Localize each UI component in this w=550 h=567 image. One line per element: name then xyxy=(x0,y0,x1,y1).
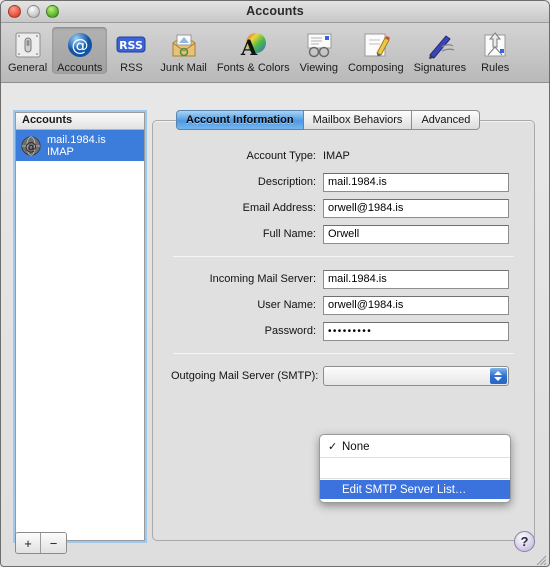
checkmark-icon: ✓ xyxy=(328,441,338,453)
menu-item-disabled xyxy=(320,459,510,477)
toolbar-label-general: General xyxy=(8,62,48,74)
remove-account-button[interactable]: − xyxy=(41,533,66,553)
toolbar-item-junk-mail[interactable]: Junk Mail xyxy=(155,27,211,74)
toolbar-label-viewing: Viewing xyxy=(299,62,338,74)
popup-arrows-icon xyxy=(490,368,507,384)
svg-text:@: @ xyxy=(71,36,88,56)
tab-account-information[interactable]: Account Information xyxy=(176,110,304,130)
bottom-bar: + − ? xyxy=(1,526,549,566)
signatures-icon xyxy=(428,35,455,59)
svg-text:RSS: RSS xyxy=(119,39,143,52)
toolbar-label-fonts-colors: Fonts & Colors xyxy=(216,62,290,74)
toolbar-label-signatures: Signatures xyxy=(413,62,467,74)
menu-separator-bottom xyxy=(320,478,510,479)
junk-mail-icon xyxy=(172,34,196,57)
row-user-name: User Name: orwell@1984.is xyxy=(171,292,516,318)
composing-icon xyxy=(364,33,390,57)
label-incoming-mail-server: Incoming Mail Server: xyxy=(209,273,316,285)
toolbar-item-signatures[interactable]: Signatures xyxy=(409,27,472,74)
menu-item-edit-smtp-server-list[interactable]: Edit SMTP Server List… xyxy=(320,480,510,499)
rss-icon: RSS xyxy=(116,36,146,53)
viewing-icon xyxy=(307,33,332,58)
help-button[interactable]: ? xyxy=(514,531,535,552)
row-description: Description: mail.1984.is xyxy=(171,169,516,195)
account-list-item[interactable]: @ mail.1984.is IMAP xyxy=(16,130,144,161)
toolbar-item-fonts-colors[interactable]: A Fonts & Colors xyxy=(212,27,295,74)
menu-item-none[interactable]: ✓ None xyxy=(320,437,510,456)
row-account-type: Account Type: IMAP xyxy=(171,143,516,169)
incoming-mail-server-input[interactable]: mail.1984.is xyxy=(323,269,509,289)
toolbar-item-rules[interactable]: Rules xyxy=(471,27,519,74)
title-bar: Accounts xyxy=(1,1,549,23)
toolbar-label-rss: RSS xyxy=(120,62,143,74)
toolbar-label-composing: Composing xyxy=(347,62,404,74)
label-description: Description: xyxy=(257,176,316,188)
svg-text:A: A xyxy=(240,35,258,60)
full-name-input[interactable]: Orwell xyxy=(323,224,509,244)
tab-mailbox-behaviors[interactable]: Mailbox Behaviors xyxy=(303,110,413,130)
description-input[interactable]: mail.1984.is xyxy=(323,172,509,192)
accounts-at-icon: @ xyxy=(67,33,92,57)
smtp-popup-menu[interactable]: ✓ None Edit SMTP Server List… xyxy=(319,434,511,503)
password-input[interactable]: ••••••••• xyxy=(323,321,509,341)
menu-item-edit-smtp-label: Edit SMTP Server List… xyxy=(342,483,467,496)
account-list-item-text: mail.1984.is IMAP xyxy=(47,134,106,158)
preferences-body: Accounts @ mail.1984.is IMAP Account Typ… xyxy=(1,83,549,566)
email-address-input[interactable]: orwell@1984.is xyxy=(323,198,509,218)
menu-item-none-label: None xyxy=(342,440,370,453)
toolbar-label-rules: Rules xyxy=(481,62,510,74)
row-outgoing-mail-server: Outgoing Mail Server (SMTP): xyxy=(171,363,516,389)
add-remove-account-buttons: + − xyxy=(15,532,67,554)
form-separator-1 xyxy=(173,256,514,257)
toolbar-item-general[interactable]: General xyxy=(3,27,52,74)
window-title: Accounts xyxy=(246,4,304,18)
preferences-window: Accounts General @ Accounts RSS RSS Junk… xyxy=(0,0,550,567)
accounts-list[interactable]: Accounts @ mail.1984.is IMAP xyxy=(13,110,147,543)
toolbar-label-accounts: Accounts xyxy=(57,62,103,74)
fonts-colors-icon: A xyxy=(240,33,267,60)
label-email-address: Email Address: xyxy=(242,202,316,214)
row-email-address: Email Address: orwell@1984.is xyxy=(171,195,516,221)
preferences-toolbar: General @ Accounts RSS RSS Junk Mail A F… xyxy=(1,23,549,83)
smtp-popup-button[interactable] xyxy=(323,366,509,386)
general-icon xyxy=(15,32,41,58)
svg-text:@: @ xyxy=(25,139,37,153)
account-information-form: Account Type: IMAP Description: mail.198… xyxy=(153,143,534,389)
tab-bar: Account Information Mailbox Behaviors Ad… xyxy=(176,110,481,130)
accounts-list-header: Accounts xyxy=(16,113,144,130)
user-name-input[interactable]: orwell@1984.is xyxy=(323,295,509,315)
add-account-button[interactable]: + xyxy=(16,533,41,553)
rules-icon xyxy=(484,32,506,57)
row-password: Password: ••••••••• xyxy=(171,318,516,344)
toolbar-item-accounts[interactable]: @ Accounts xyxy=(52,27,108,74)
row-full-name: Full Name: Orwell xyxy=(171,221,516,247)
toolbar-item-composing[interactable]: Composing xyxy=(343,27,409,74)
account-globe-at-icon: @ xyxy=(21,135,41,156)
toolbar-label-junk-mail: Junk Mail xyxy=(160,62,207,74)
toolbar-item-rss[interactable]: RSS RSS xyxy=(107,27,155,74)
form-separator-2 xyxy=(173,353,514,354)
label-full-name: Full Name: xyxy=(262,228,316,240)
toolbar-item-viewing[interactable]: Viewing xyxy=(295,27,343,74)
tab-advanced[interactable]: Advanced xyxy=(412,110,481,130)
label-outgoing-mail-server: Outgoing Mail Server (SMTP): xyxy=(171,370,319,382)
account-name: mail.1984.is xyxy=(47,133,106,146)
menu-separator-top xyxy=(320,457,510,458)
label-account-type: Account Type: xyxy=(246,150,316,162)
label-user-name: User Name: xyxy=(257,299,316,311)
label-password: Password: xyxy=(264,325,316,337)
row-incoming-mail-server: Incoming Mail Server: mail.1984.is xyxy=(171,266,516,292)
resize-grip-icon[interactable] xyxy=(534,553,547,566)
value-account-type: IMAP xyxy=(323,150,350,162)
account-protocol: IMAP xyxy=(47,145,74,158)
